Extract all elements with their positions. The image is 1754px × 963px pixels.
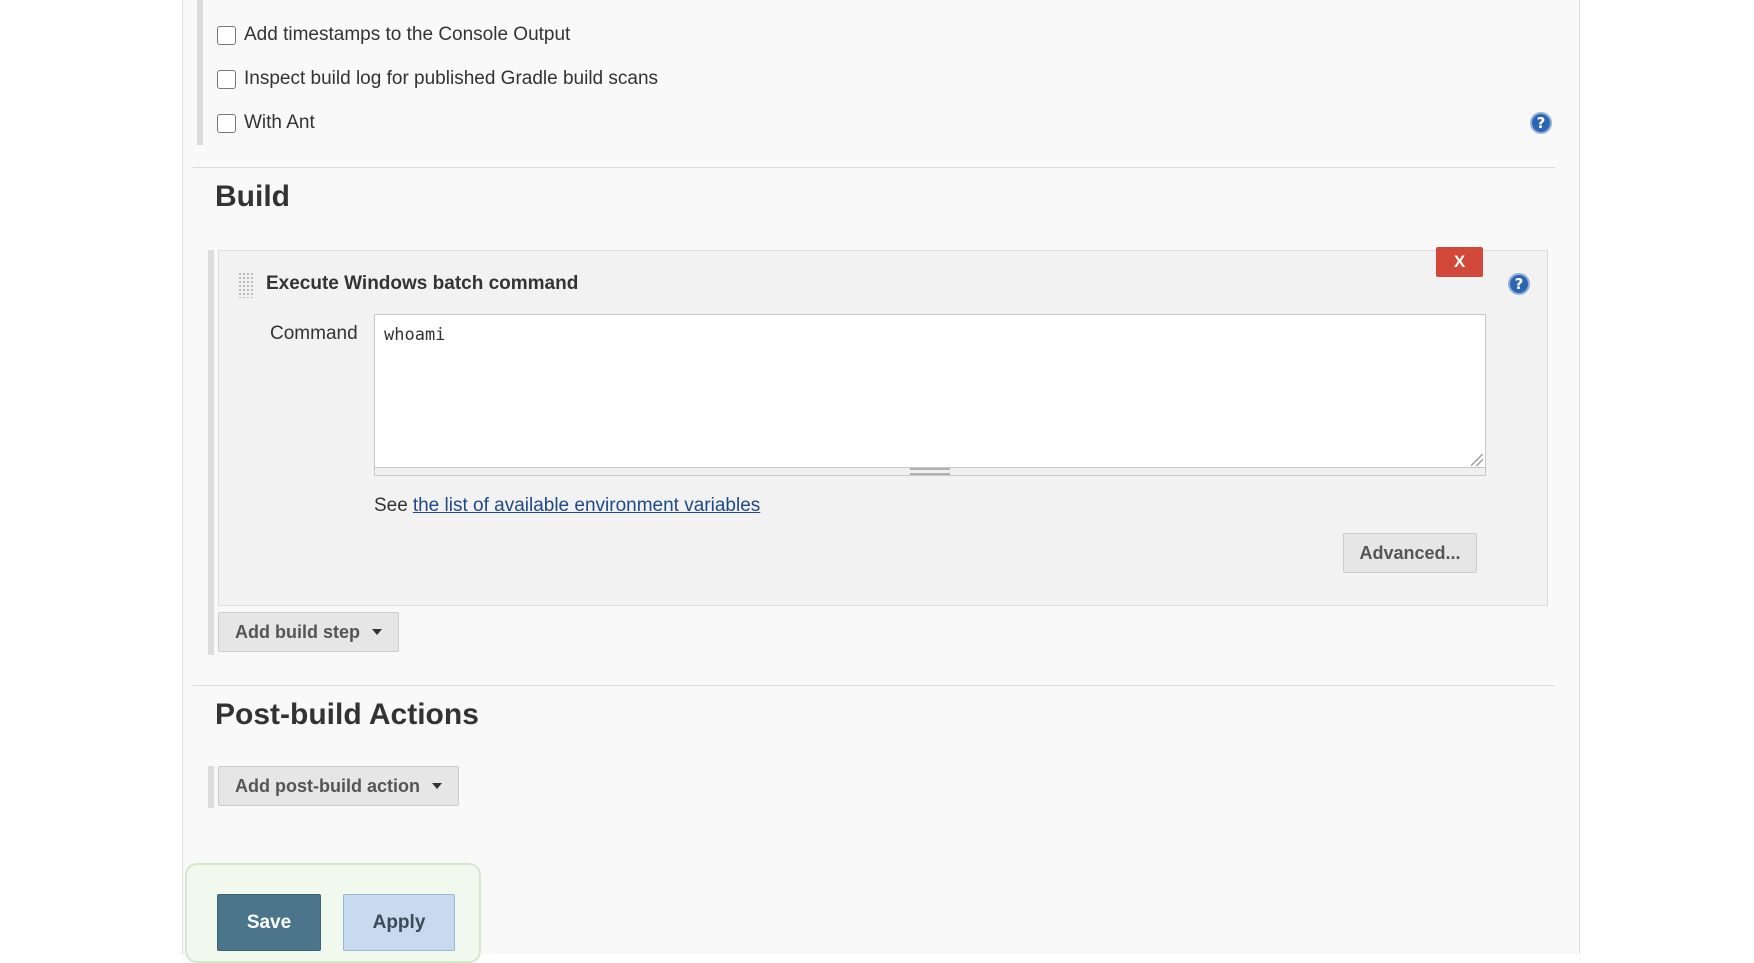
command-value: whoami bbox=[384, 325, 446, 345]
option-gradle-scans[interactable]: Inspect build log for published Gradle b… bbox=[217, 66, 658, 92]
env-vars-prefix: See bbox=[374, 495, 408, 516]
help-icon[interactable]: ? bbox=[1508, 273, 1530, 295]
timestamps-checkbox[interactable] bbox=[217, 25, 236, 45]
build-step-windows-batch: Execute Windows batch command X Command … bbox=[218, 247, 1548, 606]
option-label: With Ant bbox=[244, 112, 315, 133]
section-divider bbox=[193, 167, 1555, 168]
command-label: Command bbox=[270, 323, 358, 344]
option-label: Add timestamps to the Console Output bbox=[244, 24, 571, 45]
delete-step-button[interactable]: X bbox=[1436, 247, 1483, 277]
drag-handle-icon[interactable] bbox=[238, 272, 254, 298]
section-indicator bbox=[197, 0, 203, 145]
save-apply-bar: Save Apply bbox=[185, 863, 481, 963]
resize-grip-icon[interactable] bbox=[910, 468, 950, 475]
build-section-indicator bbox=[208, 250, 214, 655]
build-step-title: Execute Windows batch command bbox=[266, 273, 579, 294]
advanced-button[interactable]: Advanced... bbox=[1343, 533, 1477, 573]
gradle-scans-checkbox[interactable] bbox=[217, 69, 236, 89]
post-build-section-indicator bbox=[208, 766, 214, 808]
help-icon[interactable]: ? bbox=[1530, 112, 1552, 134]
option-label: Inspect build log for published Gradle b… bbox=[244, 68, 659, 89]
add-build-step-label: Add build step bbox=[235, 621, 360, 642]
dropdown-caret-icon bbox=[372, 629, 382, 635]
add-post-build-action-label: Add post-build action bbox=[235, 775, 420, 796]
option-add-timestamps[interactable]: Add timestamps to the Console Output bbox=[217, 22, 570, 48]
add-post-build-action-button[interactable]: Add post-build action bbox=[218, 766, 459, 806]
post-build-section-title: Post-build Actions bbox=[215, 698, 479, 731]
save-button[interactable]: Save bbox=[217, 894, 321, 951]
resize-corner-icon[interactable] bbox=[1471, 454, 1483, 466]
command-textarea[interactable]: whoami bbox=[374, 314, 1486, 476]
apply-button[interactable]: Apply bbox=[343, 894, 455, 951]
env-vars-line: See the list of available environment var… bbox=[374, 495, 760, 517]
config-panel: Add timestamps to the Console Output Ins… bbox=[182, 0, 1580, 963]
build-section-title: Build bbox=[215, 180, 290, 213]
textarea-resize-bar[interactable] bbox=[375, 467, 1485, 475]
dropdown-caret-icon bbox=[431, 783, 442, 789]
add-build-step-button[interactable]: Add build step bbox=[218, 612, 399, 652]
with-ant-checkbox[interactable] bbox=[217, 113, 236, 133]
env-vars-link[interactable]: the list of available environment variab… bbox=[413, 495, 760, 516]
section-divider bbox=[193, 685, 1555, 686]
option-with-ant[interactable]: With Ant bbox=[217, 110, 315, 136]
